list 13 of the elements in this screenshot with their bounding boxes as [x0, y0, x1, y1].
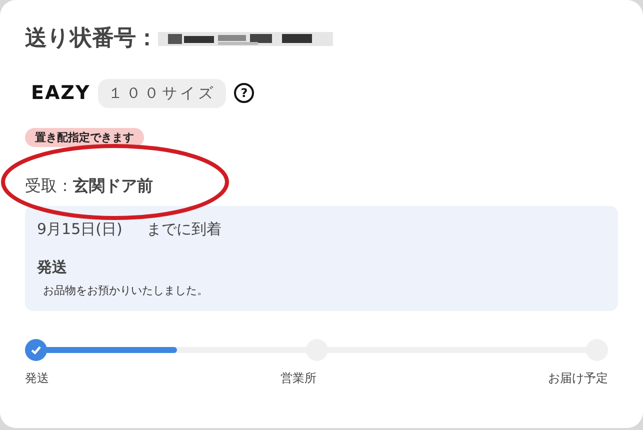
- step-label: 発送: [25, 370, 49, 387]
- step-label: お届け予定: [548, 370, 608, 387]
- arrival-date: 9月15日(日): [37, 218, 122, 240]
- status-message: お品物をお預かりいたしました。: [42, 282, 209, 298]
- size-tag: １００サイズ: [98, 79, 226, 108]
- status-title: 発送: [37, 257, 68, 278]
- arrival-text: までに到着: [146, 218, 222, 240]
- tracking-number-label: 送り状番号：: [25, 25, 158, 53]
- delivery-option-badge: 置き配指定できます: [25, 128, 144, 146]
- carrier-logo: EAZY: [31, 81, 90, 106]
- receive-location: 受取：玄関ドア前: [25, 174, 154, 196]
- help-icon[interactable]: ?: [234, 83, 254, 104]
- step-label: 営業所: [280, 370, 316, 387]
